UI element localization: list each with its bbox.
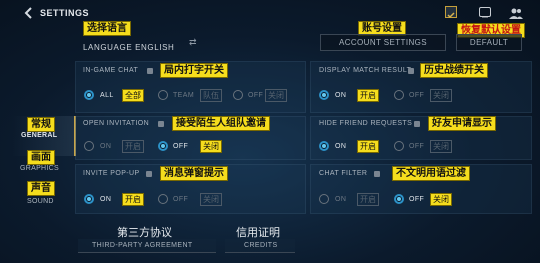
info-icon: [408, 68, 414, 74]
invite-popup-annotation: 消息弹窗提示: [160, 166, 228, 181]
display-match-on-label: ON: [335, 92, 347, 99]
info-icon: [147, 68, 153, 74]
invite-popup-on-radio[interactable]: [84, 194, 94, 204]
hide-friend-on-tag: 开启: [357, 140, 379, 153]
hide-friend-on-label: ON: [335, 143, 347, 150]
open-invitation-off-tag: 关闭: [200, 140, 222, 153]
third-party-annotation: 第三方协议: [117, 227, 172, 239]
default-button[interactable]: DEFAULT: [456, 34, 522, 51]
ingame-chat-off-radio[interactable]: [233, 90, 243, 100]
chat-filter-off-radio[interactable]: [394, 194, 404, 204]
display-match-on-tag: 开启: [357, 89, 379, 102]
chat-filter-label: CHAT FILTER: [319, 170, 368, 177]
display-match-off-radio[interactable]: [394, 90, 404, 100]
info-icon: [414, 121, 420, 127]
hide-friend-off-tag: 关闭: [430, 140, 452, 153]
credits-label: CREDITS: [244, 242, 278, 249]
info-icon: [158, 121, 164, 127]
sound-label: SOUND: [27, 198, 54, 205]
chat-filter-off-tag: 关闭: [430, 193, 452, 206]
chat-filter-on-label: ON: [335, 196, 347, 203]
friends-icon[interactable]: [509, 6, 523, 19]
hide-friend-on-radio[interactable]: [319, 141, 329, 151]
language-label: LANGUAGE ENGLISH: [83, 43, 175, 52]
ingame-chat-all-radio[interactable]: [84, 90, 94, 100]
hide-friend-label: HIDE FRIEND REQUESTS: [319, 120, 413, 127]
sound-annotation: 声音: [27, 181, 55, 196]
invite-popup-off-tag: 关闭: [200, 193, 222, 206]
open-invitation-on-radio[interactable]: [84, 141, 94, 151]
open-invitation-annotation: 接受陌生人组队邀请: [172, 116, 270, 131]
ingame-chat-team-radio[interactable]: [158, 90, 168, 100]
ingame-chat-off-tag: 关闭: [265, 89, 287, 102]
chat-filter-on-tag: 开启: [357, 193, 379, 206]
invite-popup-on-label: ON: [100, 196, 112, 203]
language-selector[interactable]: LANGUAGE ENGLISH ⇄: [83, 37, 203, 52]
open-invitation-off-label: OFF: [173, 143, 189, 150]
ingame-chat-off-label: OFF: [248, 92, 264, 99]
info-icon: [374, 171, 380, 177]
invite-popup-off-label: OFF: [173, 196, 189, 203]
hide-friend-off-label: OFF: [409, 143, 425, 150]
display-match-off-tag: 关闭: [430, 89, 452, 102]
chat-filter-annotation: 不文明用语过滤: [392, 166, 470, 181]
display-match-off-label: OFF: [409, 92, 425, 99]
general-annotation: 常规: [27, 117, 55, 132]
page-title: SETTINGS: [40, 8, 90, 18]
ingame-chat-all-label: ALL: [100, 92, 114, 99]
mission-icon[interactable]: [445, 6, 457, 19]
info-icon: [146, 171, 152, 177]
hide-friend-annotation: 好友申请显示: [428, 116, 496, 131]
open-invitation-on-label: ON: [100, 143, 112, 150]
account-settings-button[interactable]: ACCOUNT SETTINGS: [320, 34, 446, 51]
invite-popup-label: INVITE POP-UP: [83, 170, 140, 177]
display-match-annotation: 历史战绩开关: [420, 63, 488, 78]
display-match-on-radio[interactable]: [319, 90, 329, 100]
open-invitation-off-radio[interactable]: [158, 141, 168, 151]
chat-filter-off-label: OFF: [409, 196, 425, 203]
ingame-chat-all-tag: 全部: [122, 89, 144, 102]
ingame-chat-team-tag: 队伍: [200, 89, 222, 102]
ingame-chat-annotation: 局内打字开关: [160, 63, 228, 78]
chat-icon[interactable]: [479, 7, 491, 18]
graphics-label: GRAPHICS: [20, 165, 59, 172]
invite-popup-off-radio[interactable]: [158, 194, 168, 204]
open-invitation-on-tag: 开启: [122, 140, 144, 153]
display-match-label: DISPLAY MATCH RESULT: [319, 67, 412, 74]
swap-icon: ⇄: [189, 37, 197, 47]
language-annotation: 选择语言: [83, 21, 131, 36]
ingame-chat-team-label: TEAM: [173, 92, 195, 99]
hide-friend-off-radio[interactable]: [394, 141, 404, 151]
ingame-chat-label: IN-GAME CHAT: [83, 67, 139, 74]
invite-popup-on-tag: 开启: [122, 193, 144, 206]
chat-filter-on-radio[interactable]: [319, 194, 329, 204]
general-label: GENERAL: [21, 132, 58, 139]
open-invitation-label: OPEN INVITATION: [83, 120, 150, 127]
third-party-agreement-label: THIRD-PARTY AGREEMENT: [92, 242, 193, 249]
graphics-annotation: 画面: [27, 150, 55, 165]
credits-annotation: 信用证明: [236, 227, 280, 239]
back-icon[interactable]: [22, 6, 36, 20]
